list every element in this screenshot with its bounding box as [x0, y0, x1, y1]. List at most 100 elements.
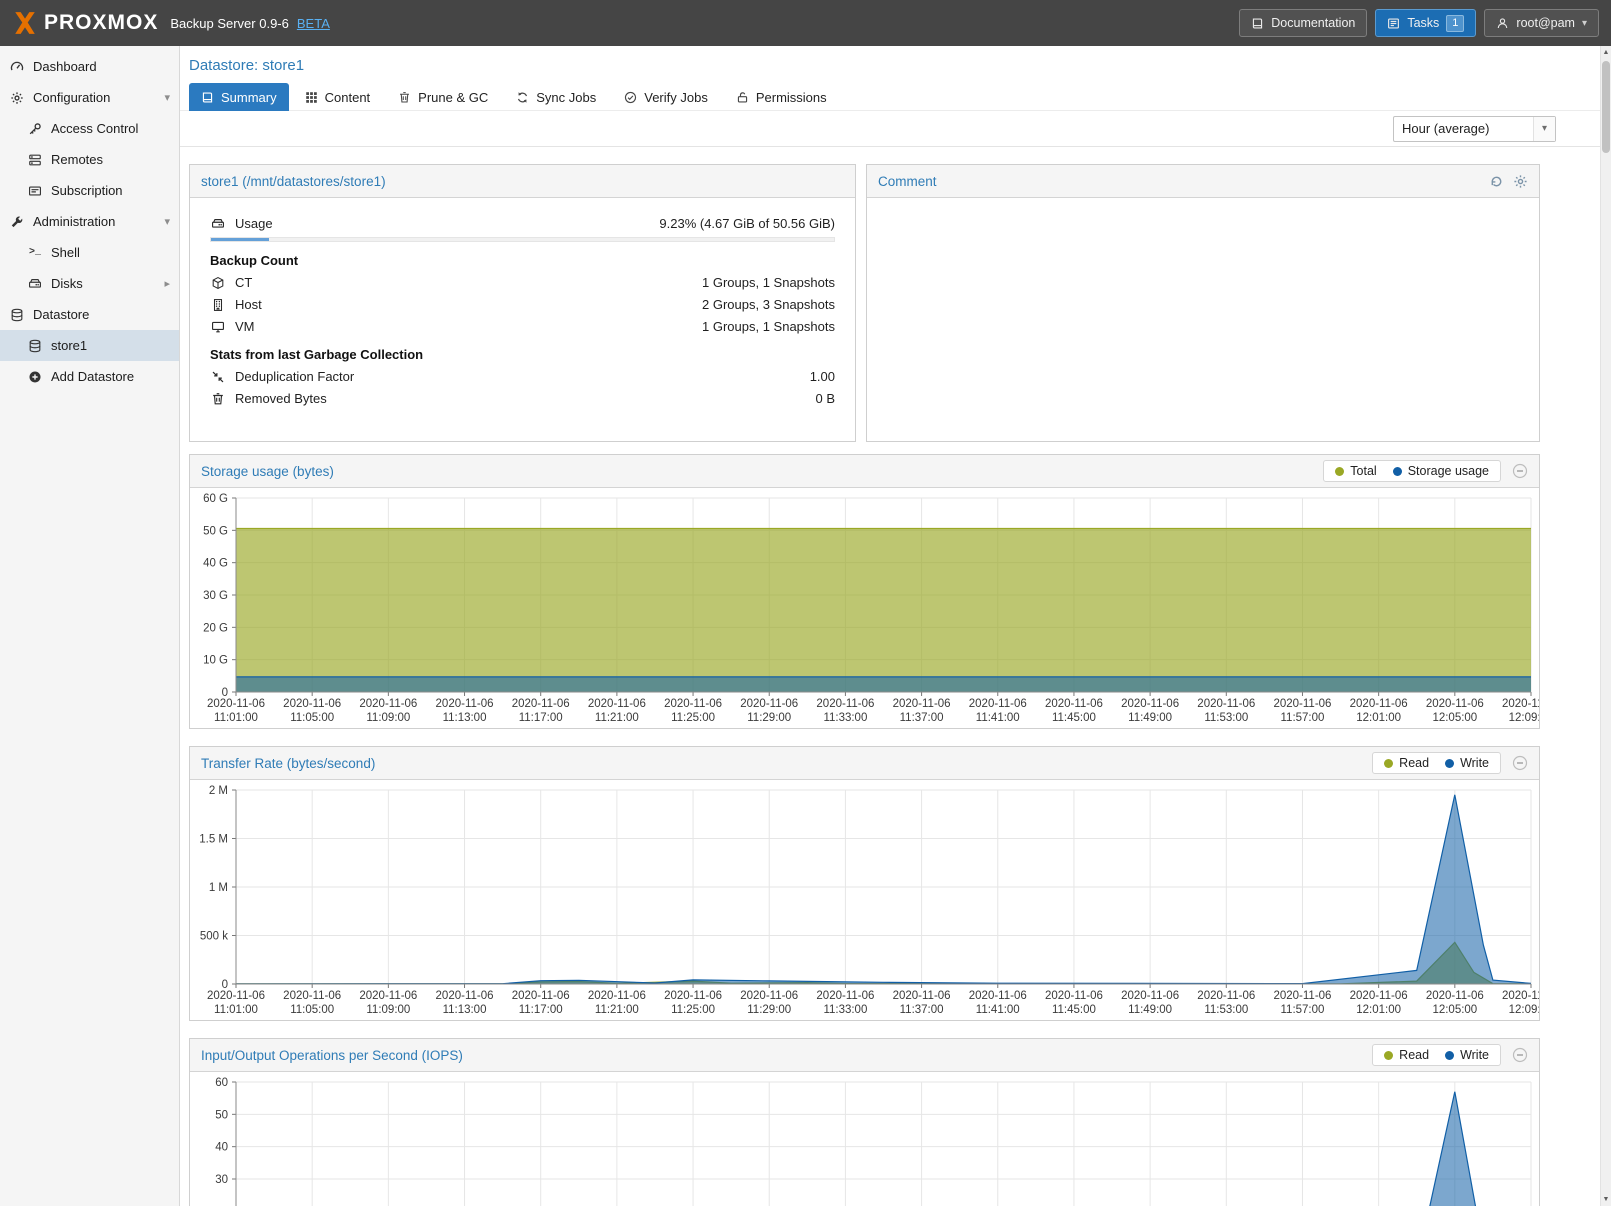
sidebar-item-administration[interactable]: Administration ▾	[0, 206, 179, 237]
legend-dot	[1335, 467, 1344, 476]
tab-permissions[interactable]: Permissions	[724, 83, 839, 111]
sidebar-item-add-datastore[interactable]: Add Datastore	[0, 361, 179, 392]
row-value: 0 B	[815, 391, 835, 406]
svg-text:2020-11-06: 2020-11-06	[512, 698, 570, 710]
legend-item-total[interactable]: Total	[1335, 464, 1376, 478]
gc-stats-header: Stats from last Garbage Collection	[210, 347, 835, 362]
svg-text:2020-11-06: 2020-11-06	[359, 698, 417, 710]
key-icon	[27, 122, 43, 136]
sidebar-item-label: Access Control	[51, 121, 138, 136]
backup-count-header: Backup Count	[210, 253, 835, 268]
header-actions: Documentation Tasks 1 root@pam ▾	[1239, 9, 1599, 37]
sidebar-item-store1[interactable]: store1	[0, 330, 179, 361]
row-label: Deduplication Factor	[235, 369, 354, 384]
terminal-icon: >_	[27, 247, 43, 258]
chart-title: Storage usage (bytes)	[201, 464, 334, 479]
tab-summary[interactable]: Summary	[189, 83, 289, 111]
timeframe-select[interactable]: Hour (average) ▾	[1393, 116, 1556, 142]
scrollbar-thumb[interactable]	[1602, 61, 1610, 153]
legend-dot	[1445, 1051, 1454, 1060]
sidebar-item-subscription[interactable]: Subscription	[0, 175, 179, 206]
sidebar-item-label: Datastore	[33, 307, 89, 322]
sidebar-item-shell[interactable]: >_ Shell	[0, 237, 179, 268]
host-row: Host 2 Groups, 3 Snapshots	[210, 295, 835, 314]
svg-text:11:13:00: 11:13:00	[443, 712, 487, 724]
svg-text:11:05:00: 11:05:00	[290, 712, 334, 724]
legend-item-read[interactable]: Read	[1384, 1048, 1429, 1062]
tab-label: Sync Jobs	[536, 90, 596, 105]
tasks-button[interactable]: Tasks 1	[1375, 9, 1476, 37]
iops-chart: 01020304050602020-11-0611:01:002020-11-0…	[190, 1072, 1539, 1206]
scroll-down-arrow[interactable]: ▼	[1601, 1193, 1611, 1206]
sidebar-item-datastore[interactable]: Datastore	[0, 299, 179, 330]
usage-value: 9.23% (4.67 GiB of 50.56 GiB)	[659, 216, 835, 231]
svg-text:11:25:00: 11:25:00	[671, 1004, 715, 1016]
svg-text:12:01:00: 12:01:00	[1356, 712, 1401, 724]
gear-icon	[9, 91, 25, 105]
documentation-button[interactable]: Documentation	[1239, 9, 1367, 37]
tab-content[interactable]: Content	[293, 83, 383, 111]
sidebar-item-label: Shell	[51, 245, 80, 260]
sidebar-item-configuration[interactable]: Configuration ▾	[0, 82, 179, 113]
combo-caret-icon[interactable]: ▾	[1533, 117, 1555, 141]
tab-label: Content	[325, 90, 371, 105]
caret-right-icon: ▸	[164, 277, 170, 290]
row-label: VM	[235, 319, 255, 334]
svg-text:1 M: 1 M	[209, 882, 228, 894]
chart-legend: Total Storage usage	[1323, 460, 1501, 482]
gear-icon[interactable]	[1513, 174, 1528, 189]
legend-item-write[interactable]: Write	[1445, 756, 1489, 770]
legend-dot	[1393, 467, 1402, 476]
proxmox-logo: PROXMOX	[12, 10, 158, 36]
user-menu-button[interactable]: root@pam ▾	[1484, 9, 1599, 37]
svg-text:60: 60	[215, 1077, 228, 1089]
sidebar-item-remotes[interactable]: Remotes	[0, 144, 179, 175]
svg-text:2020-11-06: 2020-11-06	[816, 698, 874, 710]
svg-text:12:05:00: 12:05:00	[1432, 712, 1477, 724]
row-label: CT	[235, 275, 252, 290]
building-icon	[210, 298, 226, 312]
svg-text:11:53:00: 11:53:00	[1204, 712, 1248, 724]
legend-item-write[interactable]: Write	[1445, 1048, 1489, 1062]
row-label: Host	[235, 297, 262, 312]
tab-sync-jobs[interactable]: Sync Jobs	[504, 83, 608, 111]
svg-text:11:41:00: 11:41:00	[976, 1004, 1020, 1016]
collapse-chart-icon[interactable]	[1512, 755, 1528, 771]
svg-text:11:21:00: 11:21:00	[595, 1004, 639, 1016]
svg-text:2020-11-06: 2020-11-06	[969, 698, 1027, 710]
collapse-chart-icon[interactable]	[1512, 463, 1528, 479]
svg-text:2020-11-06: 2020-11-06	[1350, 990, 1408, 1002]
legend-item-read[interactable]: Read	[1384, 756, 1429, 770]
reload-icon[interactable]	[1489, 174, 1504, 189]
svg-text:2020-11-06: 2020-11-06	[816, 990, 874, 1002]
sidebar-item-label: Administration	[33, 214, 115, 229]
svg-text:2020-11-06: 2020-11-06	[1197, 990, 1255, 1002]
svg-text:11:09:00: 11:09:00	[366, 1004, 410, 1016]
tab-prune-gc[interactable]: Prune & GC	[386, 83, 500, 111]
collapse-chart-icon[interactable]	[1512, 1047, 1528, 1063]
row-value: 1.00	[810, 369, 835, 384]
sidebar-item-dashboard[interactable]: Dashboard	[0, 51, 179, 82]
ct-row: CT 1 Groups, 1 Snapshots	[210, 273, 835, 292]
row-value: 2 Groups, 3 Snapshots	[702, 297, 835, 312]
scroll-up-arrow[interactable]: ▲	[1601, 46, 1611, 59]
svg-text:2020-11-06: 2020-11-06	[1350, 698, 1408, 710]
legend-item-storage-usage[interactable]: Storage usage	[1393, 464, 1489, 478]
svg-text:12:01:00: 12:01:00	[1356, 1004, 1401, 1016]
sidebar-item-access-control[interactable]: Access Control	[0, 113, 179, 144]
svg-text:60 G: 60 G	[203, 493, 228, 505]
tab-verify-jobs[interactable]: Verify Jobs	[612, 83, 720, 111]
tasks-list-icon	[1387, 17, 1400, 30]
beta-link[interactable]: BETA	[297, 16, 330, 31]
row-label: Removed Bytes	[235, 391, 327, 406]
legend-dot	[1384, 759, 1393, 768]
svg-text:12:09:00: 12:09:00	[1509, 1004, 1539, 1016]
datastore-panel-header: store1 (/mnt/datastores/store1)	[190, 165, 855, 198]
svg-text:2020-11-06: 2020-11-06	[893, 698, 951, 710]
comment-panel: Comment	[866, 164, 1540, 442]
svg-text:11:21:00: 11:21:00	[595, 712, 639, 724]
sidebar-item-disks[interactable]: Disks ▸	[0, 268, 179, 299]
svg-text:2020-11-06: 2020-11-06	[740, 990, 798, 1002]
book-icon	[1251, 17, 1264, 30]
svg-text:11:53:00: 11:53:00	[1204, 1004, 1248, 1016]
